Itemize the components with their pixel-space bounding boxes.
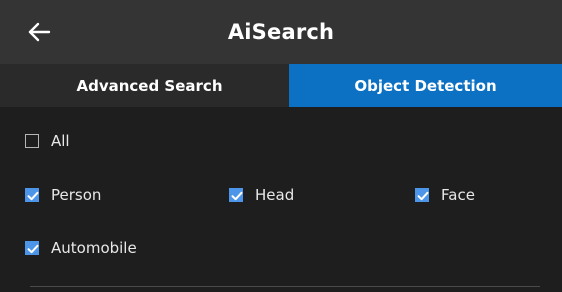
option-face-label: Face [441,186,475,204]
divider [30,286,540,287]
checkbox-all[interactable] [25,134,39,148]
checkmark-icon [27,191,39,201]
option-person[interactable]: Person [25,186,101,204]
option-person-label: Person [51,186,102,204]
tab-advanced-search[interactable]: Advanced Search [0,64,289,107]
option-automobile[interactable]: Automobile [25,239,137,257]
option-all[interactable]: All [25,132,70,150]
checkmark-icon [231,191,243,201]
app-title: AiSearch [227,20,335,44]
option-face[interactable]: Face [415,186,475,204]
option-automobile-label: Automobile [51,239,137,257]
option-all-label: All [51,132,70,150]
tab-object-detection[interactable]: Object Detection [289,64,562,107]
option-head[interactable]: Head [229,186,294,204]
checkbox-automobile[interactable] [25,241,39,255]
tab-bar: Advanced Search Object Detection [0,64,562,107]
title-bar: AiSearch [0,0,562,64]
checkbox-face[interactable] [415,188,429,202]
aisearch-panel: AiSearch Advanced Search Object Detectio… [0,0,562,292]
option-head-label: Head [255,186,295,204]
checkmark-icon [417,191,429,201]
checkbox-head[interactable] [229,188,243,202]
checkbox-person[interactable] [25,188,39,202]
checkmark-icon [27,244,39,254]
